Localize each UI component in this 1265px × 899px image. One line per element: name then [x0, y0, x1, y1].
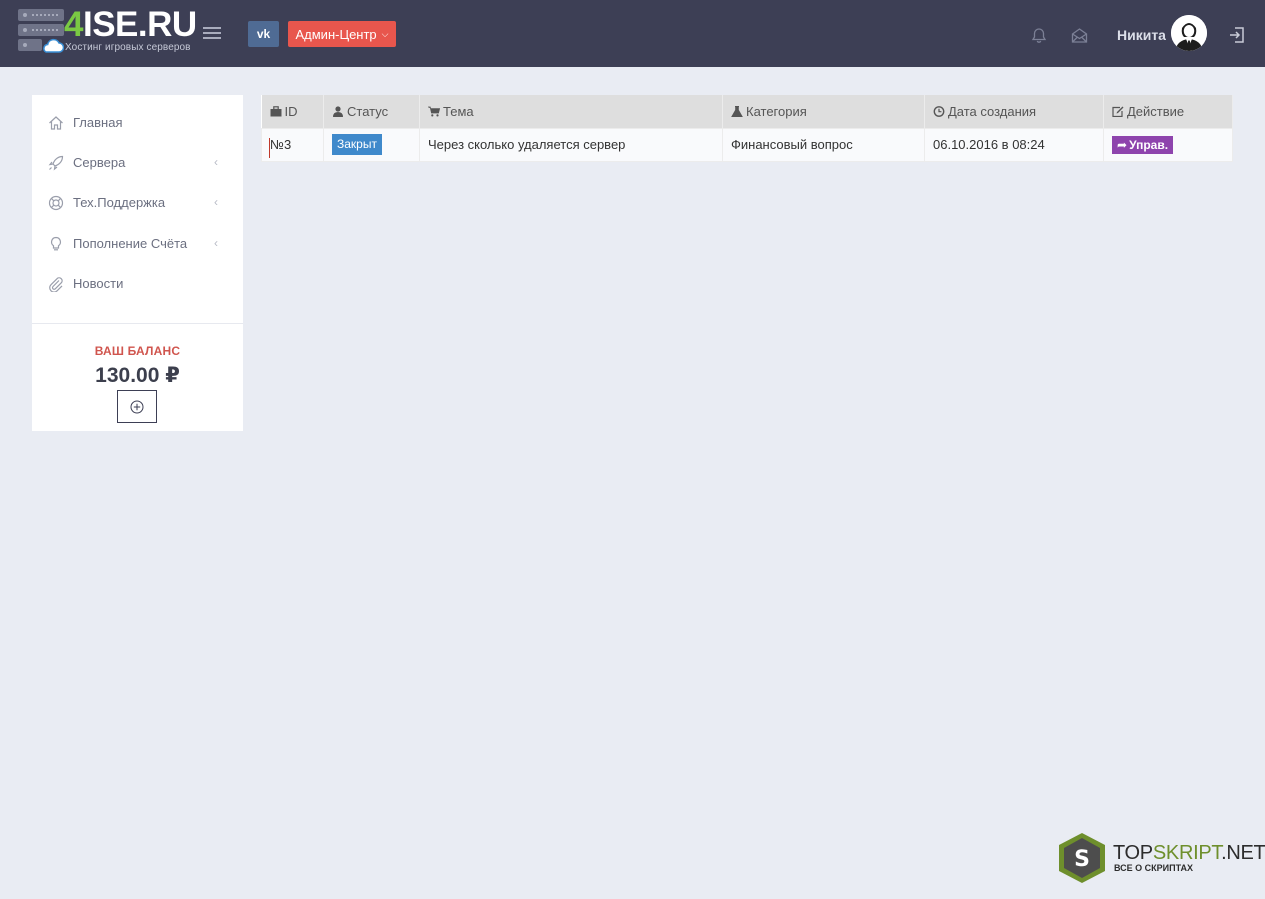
- vk-icon: vk: [256, 27, 271, 41]
- balance-label: ВАШ БАЛАНС: [94, 344, 181, 358]
- cart-icon: [428, 106, 440, 117]
- chevron-left-icon: ‹: [214, 195, 218, 209]
- paperclip-icon: [49, 277, 63, 292]
- menu-toggle-icon[interactable]: [203, 27, 221, 40]
- logo-tagline: Хостинг игровых серверов: [65, 42, 191, 53]
- ticket-status-cell: Закрыт: [323, 127, 420, 162]
- plus-circle-icon: [130, 400, 144, 413]
- watermark-subtitle: ВСЕ О СКРИПТАХ: [1114, 863, 1194, 873]
- ticket-category-cell: Финансовый вопрос: [722, 127, 925, 162]
- admin-center-button[interactable]: Админ-Центр ⌵: [288, 21, 396, 47]
- sidebar-item-label: Главная: [73, 115, 123, 130]
- sidebar-item-label: Сервера: [73, 155, 126, 170]
- status-badge: Закрыт: [332, 134, 382, 156]
- server-stack-icon: [18, 9, 64, 53]
- site-logo[interactable]: 4ISE.RU Хостинг игровых серверов: [18, 6, 197, 55]
- row-marker: [269, 137, 270, 158]
- sidebar-item-label: Тех.Поддержка: [73, 195, 166, 210]
- sidebar-item-topup[interactable]: Пополнение Счёта ‹: [32, 226, 243, 262]
- svg-text:S: S: [1074, 847, 1090, 872]
- sidebar-item-support[interactable]: Тех.Поддержка ‹: [32, 185, 243, 221]
- ticket-id-cell: №3: [261, 127, 324, 162]
- column-header-action[interactable]: Действие: [1103, 95, 1233, 128]
- user-icon: [333, 106, 343, 117]
- sidebar-item-home[interactable]: Главная: [32, 105, 243, 141]
- table-row[interactable]: №3 Закрыт Через сколько удаляется сервер…: [261, 127, 1233, 162]
- sidebar-divider: [32, 323, 243, 324]
- logo-wordmark: 4ISE.RU: [64, 5, 197, 44]
- lifebuoy-icon: [48, 195, 64, 211]
- flask-icon: [731, 105, 743, 117]
- chevron-left-icon: ‹: [214, 236, 218, 250]
- user-name[interactable]: Никита: [1117, 27, 1166, 43]
- sidebar-item-label: Новости: [73, 276, 124, 291]
- envelope-open-icon[interactable]: [1071, 27, 1088, 44]
- sidebar-item-servers[interactable]: Сервера ‹: [32, 145, 243, 181]
- column-header-created[interactable]: Дата создания: [924, 95, 1104, 128]
- ticket-subject-cell[interactable]: Через сколько удаляется сервер: [419, 127, 723, 162]
- tickets-table: ID Статус Тема Категория Дата создания Д…: [261, 95, 1233, 162]
- home-icon: [49, 116, 63, 130]
- top-header: 4ISE.RU Хостинг игровых серверов vk Адми…: [0, 0, 1265, 67]
- manage-ticket-button[interactable]: ➦ Управ.: [1112, 135, 1174, 154]
- rocket-icon: [48, 155, 64, 171]
- clock-icon: [933, 105, 945, 117]
- admin-center-label: Админ-Центр: [295, 26, 377, 42]
- chevron-down-icon: ⌵: [381, 28, 389, 39]
- logout-icon[interactable]: [1228, 26, 1246, 44]
- cloud-icon: [43, 38, 64, 53]
- edit-icon: [1112, 106, 1124, 117]
- add-funds-button[interactable]: [117, 390, 157, 423]
- vk-button[interactable]: vk: [248, 21, 279, 47]
- ticket-action-cell: ➦ Управ.: [1103, 127, 1233, 162]
- table-header-row: ID Статус Тема Категория Дата создания Д…: [261, 95, 1233, 128]
- bell-icon[interactable]: [1031, 27, 1047, 44]
- column-header-status[interactable]: Статус: [323, 95, 420, 128]
- column-header-id[interactable]: ID: [261, 95, 324, 128]
- column-header-category[interactable]: Категория: [722, 95, 925, 128]
- sidebar-item-news[interactable]: Новости: [32, 266, 243, 302]
- share-arrow-icon: ➦: [1117, 137, 1128, 152]
- avatar[interactable]: [1171, 15, 1207, 51]
- sidebar-item-label: Пополнение Счёта: [73, 236, 188, 251]
- sidebar: Главная Сервера ‹ Тех.Поддержка ‹ Пополн…: [32, 95, 243, 431]
- briefcase-icon: [270, 105, 281, 117]
- watermark-title: TOPSKRIPT.NET: [1113, 842, 1265, 864]
- ticket-created-cell: 06.10.2016 в 08:24: [924, 127, 1104, 162]
- watermark-logo: S TOPSKRIPT.NET ВСЕ О СКРИПТАХ: [1057, 832, 1265, 884]
- balance-amount: 130.00 ₽: [95, 364, 180, 387]
- column-header-subject[interactable]: Тема: [419, 95, 723, 128]
- hexagon-logo-icon: S: [1059, 833, 1105, 883]
- user-avatar-icon: [1171, 15, 1207, 51]
- lightbulb-icon: [50, 236, 62, 251]
- chevron-left-icon: ‹: [214, 155, 218, 169]
